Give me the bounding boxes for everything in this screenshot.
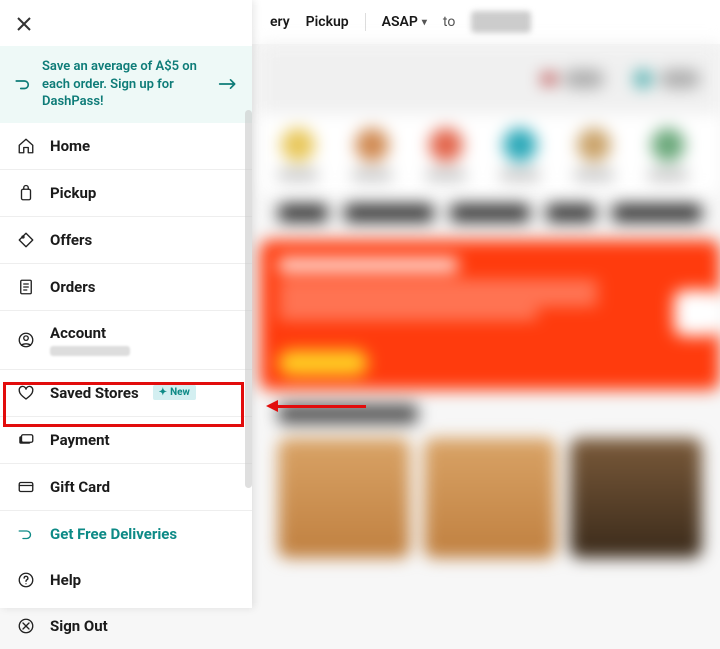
bolt-icon: ✦: [159, 387, 167, 398]
home-icon: [16, 136, 36, 156]
sidebar-item-payment[interactable]: Payment: [0, 417, 252, 464]
sidebar-item-label: Payment: [50, 431, 110, 449]
annotation-arrow: [266, 400, 366, 412]
receipt-icon: [16, 277, 36, 297]
to-label: to: [443, 14, 455, 30]
sidebar-item-offers[interactable]: Offers: [0, 217, 252, 264]
sidebar-item-label: Account: [50, 324, 130, 342]
close-icon[interactable]: [16, 16, 32, 32]
new-badge: ✦ New: [153, 385, 196, 400]
dashpass-icon: [16, 524, 36, 544]
sidebar: Save an average of A$5 on each order. Si…: [0, 0, 252, 608]
account-subtext: [50, 346, 130, 356]
sidebar-item-label: Home: [50, 137, 90, 155]
dashpass-icon: [14, 75, 32, 93]
delivery-tab[interactable]: ery: [270, 14, 290, 30]
sidebar-item-orders[interactable]: Orders: [0, 264, 252, 311]
account-icon: [16, 330, 36, 350]
badge-text: New: [170, 387, 190, 398]
sidebar-item-gift-card[interactable]: Gift Card: [0, 464, 252, 511]
sidebar-item-label: Orders: [50, 278, 95, 296]
sidebar-item-account[interactable]: Account: [0, 311, 252, 370]
sign-out-icon: [16, 616, 36, 636]
sidebar-item-label: Offers: [50, 231, 92, 249]
topbar-divider: [365, 13, 366, 31]
arrow-right-icon: [218, 77, 238, 91]
sidebar-item-home[interactable]: Home: [0, 123, 252, 170]
sidebar-item-label: Help: [50, 571, 81, 589]
help-icon: [16, 570, 36, 590]
sidebar-item-pickup[interactable]: Pickup: [0, 170, 252, 217]
dashpass-banner[interactable]: Save an average of A$5 on each order. Si…: [0, 46, 252, 123]
dashpass-text: Save an average of A$5 on each order. Si…: [42, 58, 208, 111]
sidebar-item-get-free-deliveries[interactable]: Get Free Deliveries: [0, 511, 252, 557]
sidebar-menu: Home Pickup Offers Orders Account Saved …: [0, 123, 252, 649]
sidebar-item-saved-stores[interactable]: Saved Stores ✦ New: [0, 370, 252, 417]
sidebar-item-help[interactable]: Help: [0, 557, 252, 603]
asap-selector[interactable]: ASAP ▾: [382, 14, 427, 30]
asap-label: ASAP: [382, 14, 418, 30]
payment-icon: [16, 430, 36, 450]
sidebar-item-label: Saved Stores: [50, 384, 139, 402]
sidebar-item-label: Get Free Deliveries: [50, 525, 177, 543]
sidebar-item-label: Gift Card: [50, 478, 110, 496]
address-field[interactable]: [471, 11, 531, 33]
sidebar-item-label: Sign Out: [50, 617, 108, 635]
sidebar-item-sign-out[interactable]: Sign Out: [0, 603, 252, 649]
bag-icon: [16, 183, 36, 203]
heart-icon: [16, 383, 36, 403]
tag-icon: [16, 230, 36, 250]
pickup-tab[interactable]: Pickup: [306, 14, 349, 30]
scrollbar[interactable]: [245, 110, 252, 488]
chevron-down-icon: ▾: [422, 17, 427, 28]
main-content-blurred: [260, 44, 720, 608]
sidebar-item-label: Pickup: [50, 184, 96, 202]
card-icon: [16, 477, 36, 497]
